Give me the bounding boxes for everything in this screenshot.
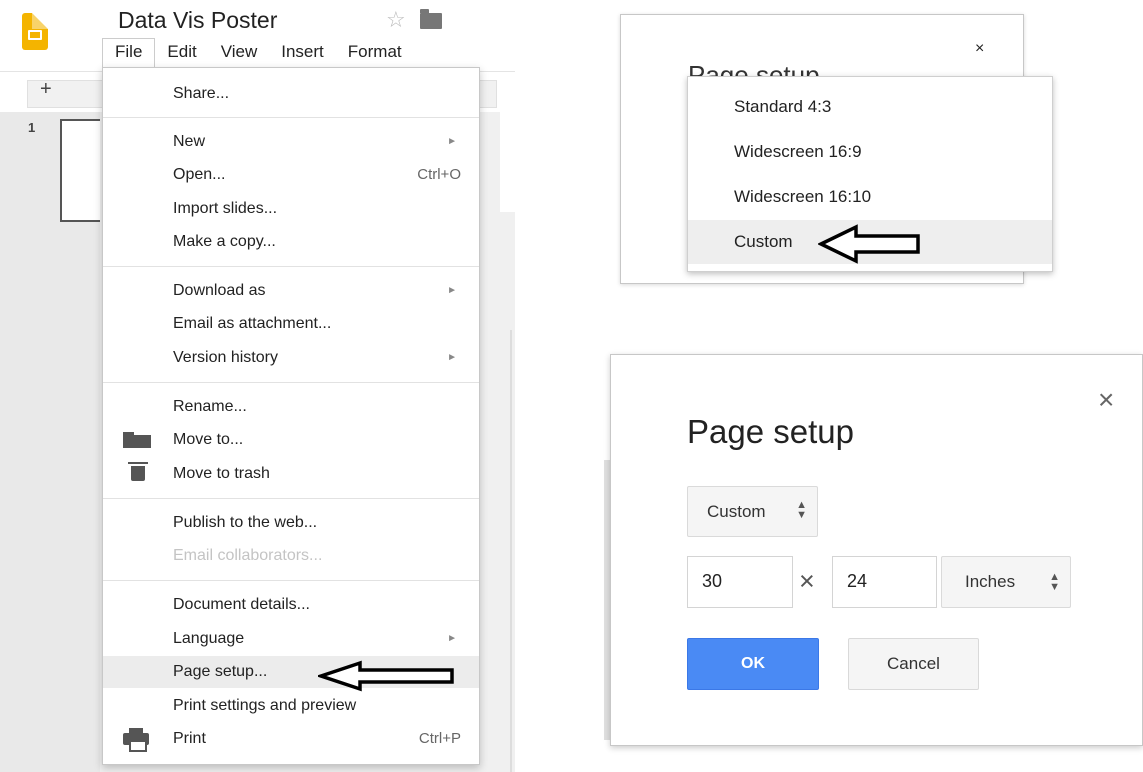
option-standard-4-3[interactable]: Standard 4:3: [688, 85, 1052, 129]
menu-item-email-attachment[interactable]: Email as attachment...: [103, 308, 479, 340]
menu-item-move-to[interactable]: Move to...: [103, 424, 479, 456]
menu-item-label: Print settings and preview: [173, 697, 357, 714]
menu-item-label: New: [173, 133, 206, 150]
dialog-title: Page setup: [687, 413, 854, 450]
menu-item-print[interactable]: Print Ctrl+P: [103, 723, 479, 755]
shortcut-print: Ctrl+P: [418, 730, 461, 747]
menu-separator: [103, 382, 479, 383]
width-input[interactable]: 30: [687, 556, 793, 608]
slides-app: Data Vis Poster ☆ + 1 File Edit View Ins…: [0, 0, 515, 772]
height-input[interactable]: 24: [832, 556, 937, 608]
menu-item-label: Import slides...: [173, 200, 278, 217]
shortcut-open: Ctrl+O: [417, 166, 461, 183]
menu-item-label: Email collaborators...: [173, 547, 323, 564]
close-icon[interactable]: ×: [975, 40, 984, 58]
menu-item-label: Move to trash: [173, 465, 270, 482]
trash-icon: [128, 462, 148, 481]
option-widescreen-16-9[interactable]: Widescreen 16:9: [688, 130, 1052, 174]
menu-file[interactable]: File: [102, 38, 156, 68]
submenu-arrow-icon: ►: [447, 633, 457, 644]
menu-item-import-slides[interactable]: Import slides...: [103, 193, 479, 225]
pointer-arrow-icon: [818, 224, 920, 264]
document-title[interactable]: Data Vis Poster: [118, 7, 277, 34]
pointer-arrow-icon: [318, 660, 454, 692]
menu-item-document-details[interactable]: Document details...: [103, 589, 479, 621]
menu-item-label: Open...: [173, 166, 226, 183]
unit-select-value: Inches: [965, 572, 1016, 591]
menu-item-open[interactable]: Open... Ctrl+O: [103, 159, 479, 191]
menu-item-label: Rename...: [173, 398, 247, 415]
print-icon: [123, 728, 149, 752]
updown-icon: ▲ ▼: [1049, 571, 1060, 593]
menu-item-label: Print: [173, 730, 206, 747]
size-select-value: Custom: [707, 502, 766, 521]
unit-select[interactable]: Inches ▲ ▼: [941, 556, 1071, 608]
menu-item-download-as[interactable]: Download as ►: [103, 275, 479, 307]
menu-separator: [103, 498, 479, 499]
menu-item-version-history[interactable]: Version history ►: [103, 342, 479, 374]
menu-item-label: Download as: [173, 282, 266, 299]
move-folder-icon: [123, 432, 151, 448]
canvas-divider: [510, 330, 512, 772]
menu-item-label: Publish to the web...: [173, 514, 318, 531]
new-slide-plus-icon[interactable]: +: [40, 78, 52, 101]
submenu-arrow-icon: ►: [447, 136, 457, 147]
close-icon[interactable]: ×: [1098, 384, 1114, 416]
menu-separator: [103, 580, 479, 581]
menu-item-label: Document details...: [173, 596, 310, 613]
menu-item-rename[interactable]: Rename...: [103, 391, 479, 423]
menu-view[interactable]: View: [209, 38, 270, 68]
size-select[interactable]: Custom ▲ ▼: [687, 486, 818, 537]
menu-item-label: Share...: [173, 85, 230, 102]
menu-item-label: Page setup...: [173, 663, 268, 680]
slides-logo-icon[interactable]: [22, 13, 48, 50]
menu-item-label: Version history: [173, 349, 278, 366]
menu-item-new[interactable]: New ►: [103, 126, 479, 158]
menu-item-label: Email as attachment...: [173, 315, 332, 332]
menu-item-move-trash[interactable]: Move to trash: [103, 458, 479, 490]
star-icon[interactable]: ☆: [386, 7, 406, 33]
menu-item-publish[interactable]: Publish to the web...: [103, 507, 479, 539]
slide-number: 1: [28, 120, 36, 135]
menu-separator: [103, 266, 479, 267]
menu-item-label: Move to...: [173, 431, 244, 448]
menu-edit[interactable]: Edit: [155, 38, 208, 68]
times-label: ×: [799, 566, 815, 596]
folder-icon[interactable]: [420, 9, 442, 29]
logo-fold: [32, 13, 48, 29]
canvas-page: [500, 112, 515, 212]
menu-item-print-settings[interactable]: Print settings and preview: [103, 690, 479, 722]
menu-item-language[interactable]: Language ►: [103, 623, 479, 655]
submenu-arrow-icon: ►: [447, 285, 457, 296]
submenu-arrow-icon: ►: [447, 352, 457, 363]
cancel-button[interactable]: Cancel: [848, 638, 979, 690]
menu-separator: [103, 117, 479, 118]
menubar: File Edit View Insert Format: [102, 38, 406, 68]
updown-icon: ▲ ▼: [796, 499, 807, 521]
menu-item-email-collaborators: Email collaborators...: [103, 540, 479, 572]
menu-item-share[interactable]: Share...: [103, 78, 479, 110]
menu-insert[interactable]: Insert: [269, 38, 336, 68]
menu-item-label: Language: [173, 630, 245, 647]
menu-item-make-copy[interactable]: Make a copy...: [103, 226, 479, 258]
option-widescreen-16-10[interactable]: Widescreen 16:10: [688, 175, 1052, 219]
logo-slide-shape: [28, 30, 42, 40]
ok-button[interactable]: OK: [687, 638, 819, 690]
menu-item-label: Make a copy...: [173, 233, 276, 250]
menu-format[interactable]: Format: [336, 38, 406, 68]
